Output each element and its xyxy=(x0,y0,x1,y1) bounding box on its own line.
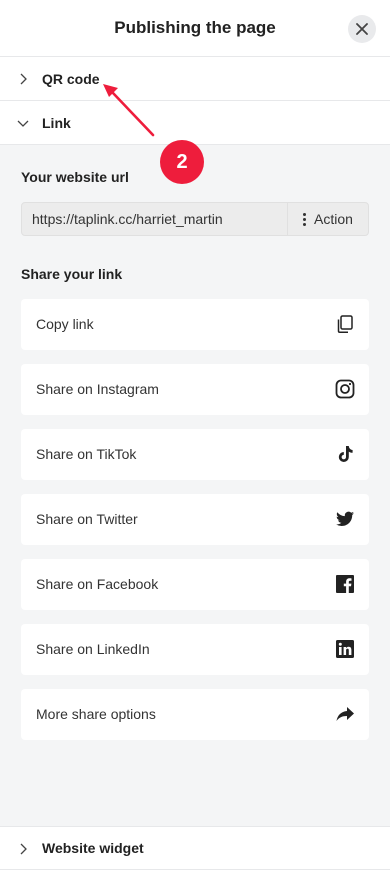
share-twitter-button[interactable]: Share on Twitter xyxy=(21,494,369,545)
chevron-right-icon xyxy=(20,73,27,85)
step-badge: 2 xyxy=(160,140,204,184)
share-instagram-button[interactable]: Share on Instagram xyxy=(21,364,369,415)
share-item-label: Share on TikTok xyxy=(36,446,137,462)
chevron-right-icon xyxy=(20,843,27,855)
copy-icon xyxy=(337,315,353,333)
website-url-value[interactable]: https://taplink.cc/harriet_martin xyxy=(22,203,287,235)
link-section-toggle[interactable]: Link xyxy=(0,101,390,145)
url-action-label: Action xyxy=(314,211,353,227)
linkedin-icon xyxy=(336,640,354,658)
share-linkedin-button[interactable]: Share on LinkedIn xyxy=(21,624,369,675)
website-url-heading: Your website url xyxy=(21,169,129,185)
share-item-label: Share on Facebook xyxy=(36,576,159,592)
facebook-icon xyxy=(336,575,354,593)
copy-link-button[interactable]: Copy link xyxy=(21,299,369,350)
more-vertical-icon xyxy=(303,212,307,226)
share-item-label: Share on Twitter xyxy=(36,511,138,527)
page-title: Publishing the page xyxy=(114,18,276,37)
url-action-button[interactable]: Action xyxy=(287,203,368,235)
website-widget-section-toggle[interactable]: Website widget xyxy=(0,826,390,870)
share-facebook-button[interactable]: Share on Facebook xyxy=(21,559,369,610)
qr-code-section-toggle[interactable]: QR code xyxy=(0,57,390,101)
more-share-options-button[interactable]: More share options xyxy=(21,689,369,740)
chevron-down-icon xyxy=(17,120,29,127)
tiktok-icon xyxy=(338,446,353,462)
share-heading: Share your link xyxy=(21,266,123,282)
share-item-label: More share options xyxy=(36,706,156,722)
website-url-field: https://taplink.cc/harriet_martin Action xyxy=(21,202,369,236)
twitter-icon xyxy=(336,511,354,527)
share-item-label: Share on Instagram xyxy=(36,381,159,397)
share-tiktok-button[interactable]: Share on TikTok xyxy=(21,429,369,480)
website-widget-label: Website widget xyxy=(42,840,144,856)
link-label: Link xyxy=(42,114,71,131)
close-button[interactable] xyxy=(348,15,376,43)
share-item-label: Copy link xyxy=(36,316,94,332)
panel-header: Publishing the page xyxy=(0,0,390,57)
instagram-icon xyxy=(335,379,355,399)
share-arrow-icon xyxy=(336,707,354,721)
close-icon xyxy=(356,23,368,35)
share-item-label: Share on LinkedIn xyxy=(36,641,150,657)
qr-code-label: QR code xyxy=(42,70,100,87)
